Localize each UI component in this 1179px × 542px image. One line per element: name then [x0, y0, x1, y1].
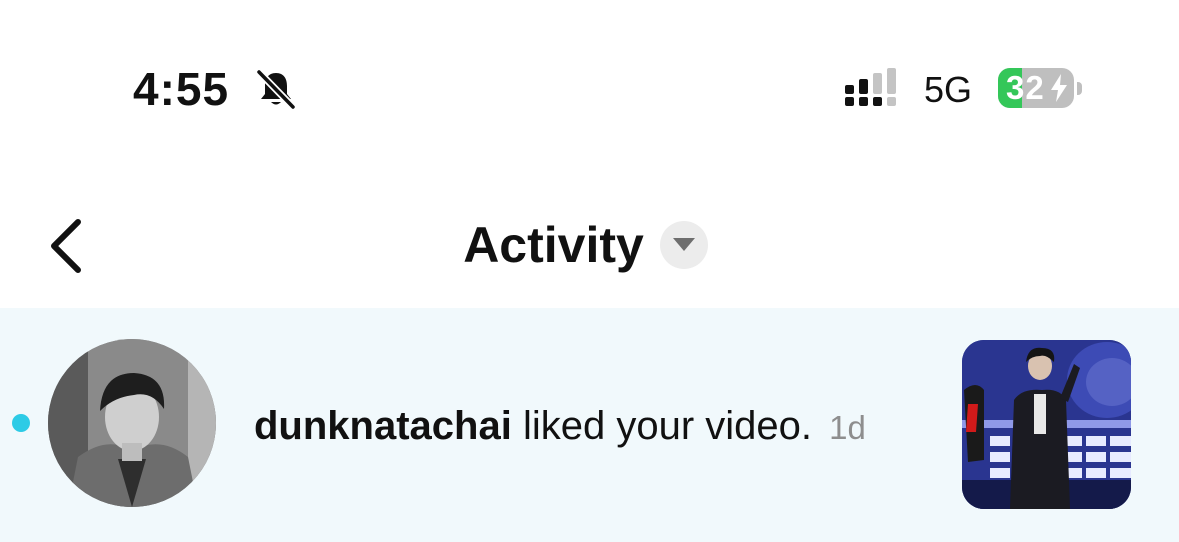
unread-indicator — [12, 414, 30, 432]
notification-timestamp: 1d — [829, 409, 866, 446]
page-title[interactable]: Activity — [463, 210, 644, 280]
activity-screen: 4:55 5G 32 Activity dunknatachai liked y… — [0, 0, 1179, 542]
notification-action: liked your video. — [511, 404, 812, 448]
thumbnail-image — [962, 340, 1131, 509]
title-group: Activity — [0, 210, 1179, 280]
network-type: 5G — [924, 69, 973, 110]
activity-item[interactable]: dunknatachai liked your video. 1d — [0, 308, 1179, 542]
video-thumbnail[interactable] — [962, 340, 1131, 509]
notification-text: dunknatachai liked your video. 1d — [254, 402, 866, 452]
activity-header: Activity — [0, 180, 1179, 308]
status-time: 4:55 — [133, 63, 230, 115]
activity-filter-dropdown[interactable] — [659, 221, 708, 269]
battery-indicator: 32 — [998, 68, 1074, 108]
avatar-image — [48, 339, 216, 507]
battery-cap — [1077, 82, 1082, 95]
status-bar: 4:55 5G 32 — [0, 0, 1179, 150]
bell-slash-icon — [255, 68, 297, 111]
bolt-icon — [1051, 74, 1067, 102]
cellular-signal-icon — [845, 68, 896, 106]
notification-username[interactable]: dunknatachai — [254, 404, 512, 448]
caret-down-icon — [672, 238, 695, 251]
user-avatar[interactable] — [48, 339, 216, 507]
